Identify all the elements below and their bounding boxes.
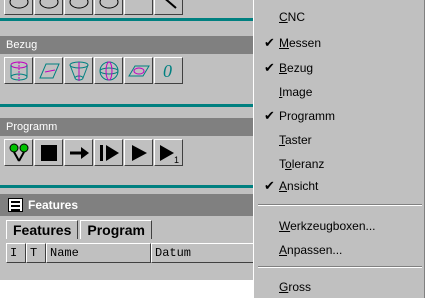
column-t[interactable]: T: [26, 243, 46, 263]
menu-item-image[interactable]: Image: [254, 81, 425, 103]
toolbar-context-menu: CNC ✔ Messen ✔ Bezug Image ✔ Programm Taster Tole…: [253, 0, 425, 298]
cone-icon[interactable]: [64, 57, 93, 84]
menu-item-label: Gross: [279, 280, 312, 294]
programm-toolbar: Programm 1: [0, 118, 262, 178]
menu-item-bezug[interactable]: ✔ Bezug: [254, 57, 425, 79]
step-icon[interactable]: [94, 139, 123, 166]
svg-text:0: 0: [163, 61, 172, 81]
ellipse-icon[interactable]: [124, 57, 153, 84]
menu-item-anpassen[interactable]: Anpassen...: [254, 239, 425, 261]
menu-item-taster[interactable]: Taster: [254, 129, 425, 151]
shape-icon-1[interactable]: [4, 0, 33, 15]
menu-item-werkzeugboxen[interactable]: Werkzeugboxen...: [254, 215, 425, 237]
shape-icon-3[interactable]: [64, 0, 93, 15]
cylinder-icon[interactable]: [4, 57, 33, 84]
shape-icon-4[interactable]: [94, 0, 123, 15]
menu-item-label: Anpassen...: [279, 243, 343, 257]
column-datum[interactable]: Datum: [151, 243, 256, 263]
stop-icon[interactable]: [34, 139, 63, 166]
menu-item-ansicht[interactable]: ✔ Ansicht: [254, 175, 425, 197]
separator: [0, 104, 262, 107]
tool-icon-6[interactable]: [154, 0, 183, 15]
menu-item-label: Programm: [279, 109, 336, 123]
menu-item-messen[interactable]: ✔ Messen: [254, 32, 425, 54]
sphere-icon[interactable]: [94, 57, 123, 84]
separator: [0, 185, 262, 188]
features-titlebar: Features: [0, 194, 262, 216]
features-list[interactable]: [0, 280, 262, 298]
menu-separator: [258, 266, 422, 268]
menu-item-label: Toleranz: [279, 157, 325, 171]
menu-item-cnc[interactable]: CNC: [254, 6, 425, 28]
menu-item-gross[interactable]: Gross: [254, 276, 425, 298]
menu-item-toleranz[interactable]: Toleranz: [254, 153, 425, 175]
menu-separator: [258, 204, 422, 206]
play-icon[interactable]: [124, 139, 153, 166]
shape-icon-2[interactable]: [34, 0, 63, 15]
bezug-toolbar: Bezug 0: [0, 36, 262, 96]
menu-item-label: Messen: [279, 36, 322, 50]
bezug-title: Bezug: [0, 36, 262, 54]
arrow-right-icon[interactable]: [64, 139, 93, 166]
list-icon: [8, 198, 23, 212]
column-name[interactable]: Name: [46, 243, 151, 263]
menu-item-label: Taster: [279, 133, 312, 147]
column-i[interactable]: I: [6, 243, 26, 263]
tab-features[interactable]: Features: [6, 220, 79, 239]
separator: [0, 18, 262, 21]
features-title: Features: [28, 198, 79, 212]
menu-item-label: Image: [279, 85, 313, 99]
checkmark-icon: ✔: [264, 60, 275, 75]
menu-item-label: Ansicht: [279, 179, 319, 193]
features-window: Features Features Program I T Name Datum: [0, 194, 262, 280]
shape-icon-5[interactable]: [124, 0, 153, 15]
plane-icon[interactable]: [34, 57, 63, 84]
menu-item-label: Bezug: [279, 61, 314, 75]
programm-title: Programm: [0, 118, 262, 136]
svg-text:1: 1: [174, 155, 179, 164]
checkmark-icon: ✔: [264, 35, 275, 50]
play-one-icon[interactable]: 1: [154, 139, 183, 166]
checkmark-icon: ✔: [264, 178, 275, 193]
checkmark-icon: ✔: [264, 108, 275, 123]
column-headers: I T Name Datum: [6, 243, 262, 263]
top-toolbar: [0, 0, 262, 18]
probe-icon[interactable]: [4, 139, 33, 166]
features-tabs: Features Program: [0, 216, 262, 239]
menu-item-programm[interactable]: ✔ Programm: [254, 105, 425, 127]
circle-icon[interactable]: 0: [154, 57, 183, 84]
menu-item-label: Werkzeugboxen...: [279, 219, 376, 233]
menu-item-label: CNC: [279, 10, 306, 24]
tab-program[interactable]: Program: [80, 220, 152, 239]
